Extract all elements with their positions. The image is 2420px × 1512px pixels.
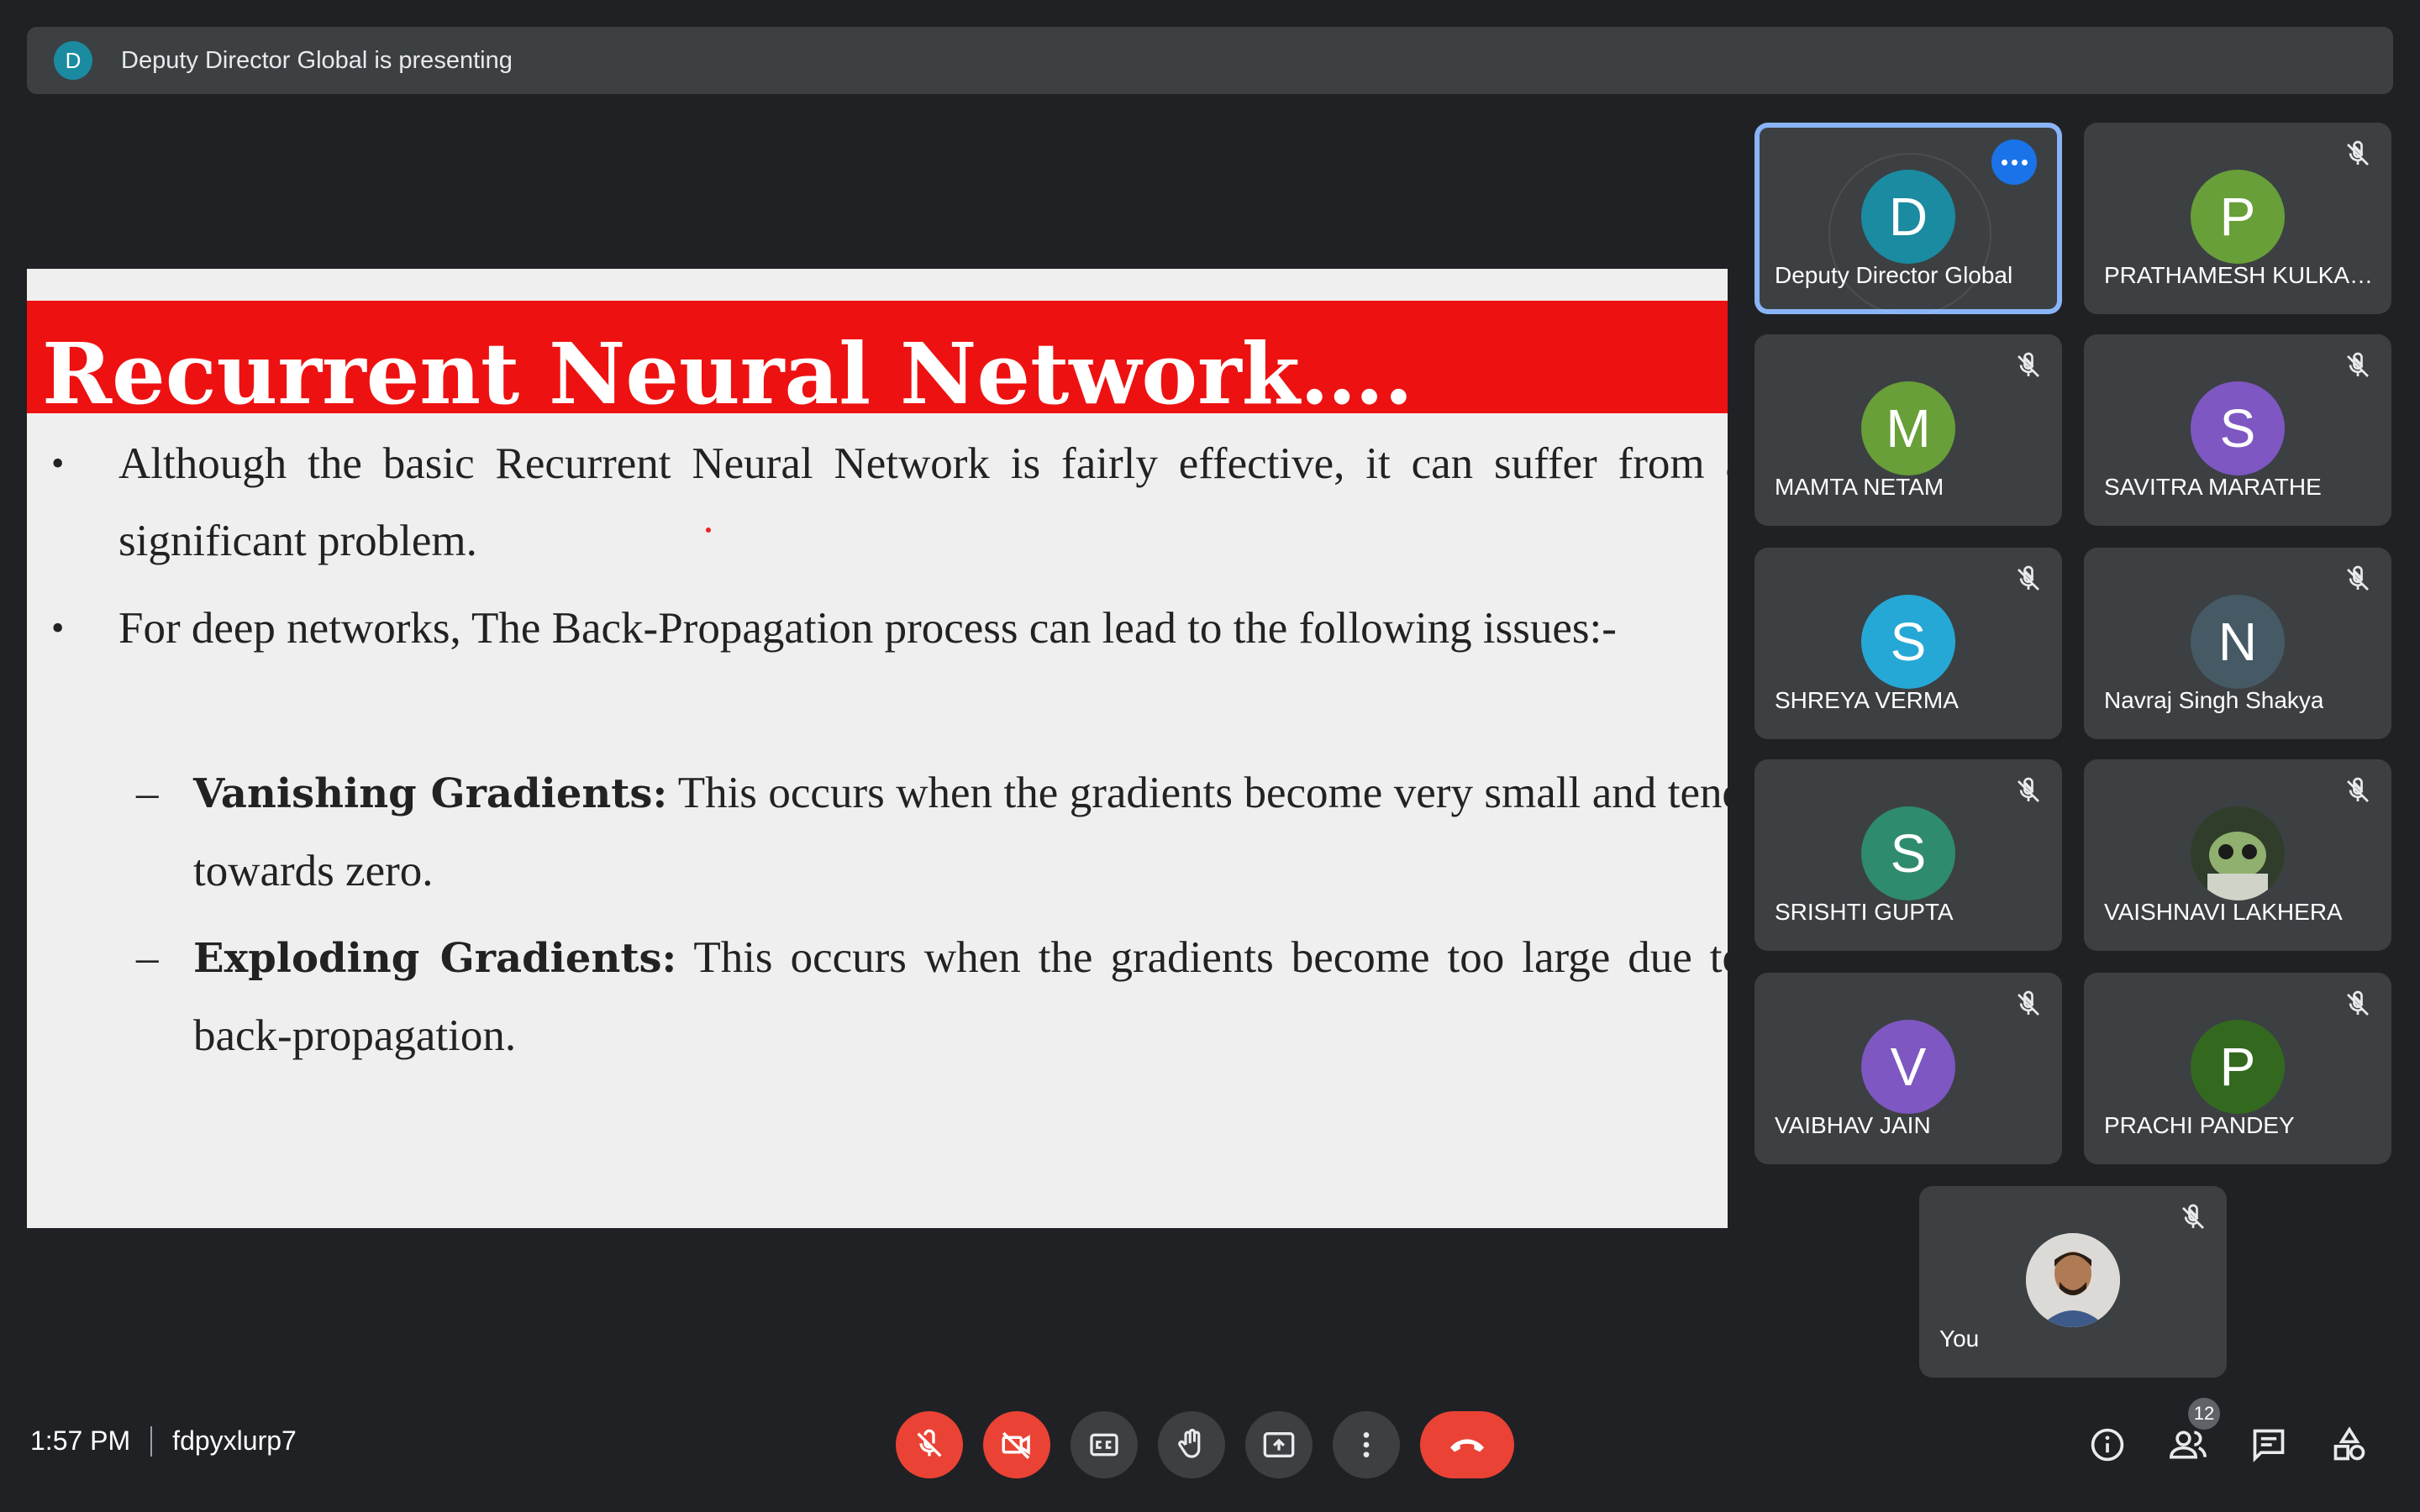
- participant-avatar: S: [1861, 806, 1955, 900]
- participant-avatar: S: [1861, 595, 1955, 689]
- participant-tile[interactable]: D Deputy Director Global: [1754, 123, 2062, 314]
- bullet-dot: •: [51, 607, 65, 648]
- participant-name: VAIBHAV JAIN: [1775, 1112, 1931, 1138]
- participant-tile[interactable]: S SRISHTI GUPTA: [1754, 759, 2062, 951]
- more-options-button[interactable]: [1333, 1411, 1400, 1478]
- mic-off-icon: [2182, 1204, 2204, 1229]
- bullet-dot: •: [51, 443, 65, 484]
- info-icon: [2091, 1428, 2124, 1462]
- slide-sub-bullet: – Vanishing Gradients: This occurs when …: [136, 754, 1728, 910]
- activities-icon: [2333, 1426, 2365, 1461]
- shared-slide: Recurrent Neural Network…. • Although th…: [27, 269, 1728, 1228]
- self-tile[interactable]: You: [1919, 1186, 2227, 1378]
- raise-hand-icon: [1178, 1428, 1201, 1458]
- presenting-banner: D Deputy Director Global is presenting: [27, 27, 2393, 94]
- divider: [150, 1425, 153, 1457]
- sub-bullet-dash: –: [136, 933, 159, 982]
- captions-icon: [1090, 1433, 1118, 1457]
- mic-off-icon: [2347, 140, 2369, 165]
- meeting-time: 1:57 PM: [30, 1425, 131, 1456]
- slide-bullet: • For deep networks, The Back-Propagatio…: [51, 590, 1728, 667]
- participant-avatar: P: [2191, 170, 2285, 264]
- bullet-text: Although the basic Recurrent Neural Netw…: [118, 439, 1728, 565]
- sub-bullet-term: Exploding Gradients:: [193, 935, 677, 982]
- participant-avatar: M: [1861, 381, 1955, 475]
- self-photo: [2026, 1233, 2120, 1327]
- mic-off-icon: [2018, 990, 2039, 1016]
- mic-off-icon: [917, 1429, 942, 1457]
- participant-name: Deputy Director Global: [1775, 262, 2013, 288]
- laser-pointer: [706, 528, 711, 533]
- bullet-text: For deep networks, The Back-Propagation …: [118, 604, 1617, 653]
- activities-button[interactable]: [2329, 1425, 2370, 1465]
- participant-name: SHREYA VERMA: [1775, 687, 1959, 713]
- participant-photo: [2191, 806, 2285, 900]
- participant-tile[interactable]: P PRACHI PANDEY: [2084, 973, 2391, 1164]
- camera-toggle-button[interactable]: [983, 1411, 1050, 1478]
- chat-button[interactable]: [2249, 1425, 2289, 1465]
- participant-name: SRISHTI GUPTA: [1775, 899, 1954, 925]
- people-button[interactable]: [2168, 1425, 2208, 1465]
- slide-title-bar: Recurrent Neural Network….: [27, 301, 1728, 423]
- participant-tile[interactable]: S SHREYA VERMA: [1754, 548, 2062, 739]
- mic-off-icon: [2018, 565, 2039, 591]
- mic-off-icon: [2018, 777, 2039, 802]
- profile-photo-icon: [2026, 1233, 2120, 1327]
- people-icon: [2169, 1431, 2207, 1459]
- slide-bullet: • Although the basic Recurrent Neural Ne…: [51, 425, 1728, 580]
- meeting-info: 1:57 PM fdpyxlurp7: [30, 1425, 297, 1457]
- sub-bullet-dash: –: [136, 769, 159, 817]
- participant-name: PRACHI PANDEY: [2104, 1112, 2295, 1138]
- present-icon: [1263, 1432, 1295, 1457]
- participant-avatar: N: [2191, 595, 2285, 689]
- participant-tile[interactable]: VAISHNAVI LAKHERA: [2084, 759, 2391, 951]
- captions-button[interactable]: [1071, 1411, 1138, 1478]
- end-call-button[interactable]: [1420, 1411, 1514, 1478]
- profile-photo-icon: [2191, 806, 2285, 900]
- participant-tile[interactable]: N Navraj Singh Shakya: [2084, 548, 2391, 739]
- participant-name: SAVITRA MARATHE: [2104, 474, 2322, 500]
- raise-hand-button[interactable]: [1158, 1411, 1225, 1478]
- participant-name: PRATHAMESH KULKAR...: [2104, 262, 2381, 288]
- presenter-avatar: D: [54, 41, 92, 80]
- sub-bullet-term: Vanishing Gradients:: [193, 770, 668, 817]
- participant-tile[interactable]: V VAIBHAV JAIN: [1754, 973, 2062, 1164]
- more-options-icon[interactable]: [1991, 139, 2037, 185]
- slide-sub-bullet: – Exploding Gradients: This occurs when …: [136, 919, 1728, 1074]
- chat-icon: [2253, 1429, 2285, 1462]
- participant-tile[interactable]: P PRATHAMESH KULKAR...: [2084, 123, 2391, 314]
- camera-off-icon: [1002, 1431, 1030, 1459]
- mic-off-icon: [2347, 565, 2369, 591]
- people-count-badge: 12: [2188, 1398, 2220, 1430]
- mic-off-icon: [2347, 352, 2369, 377]
- participant-name: MAMTA NETAM: [1775, 474, 1944, 500]
- meeting-code: fdpyxlurp7: [172, 1425, 297, 1456]
- mic-off-icon: [2347, 990, 2369, 1016]
- mic-toggle-button[interactable]: [896, 1411, 963, 1478]
- participant-name: Navraj Singh Shakya: [2104, 687, 2324, 713]
- self-name: You: [1939, 1326, 1980, 1352]
- participant-avatar: D: [1861, 170, 1955, 264]
- slide-title: Recurrent Neural Network….: [42, 324, 1413, 423]
- mic-off-icon: [2347, 777, 2369, 802]
- participant-tile[interactable]: M MAMTA NETAM: [1754, 334, 2062, 526]
- more-options-icon: [1363, 1432, 1370, 1457]
- participant-avatar: V: [1861, 1020, 1955, 1114]
- participant-name: VAISHNAVI LAKHERA: [2104, 899, 2343, 925]
- participant-avatar: S: [2191, 381, 2285, 475]
- end-call-icon: [1450, 1439, 1484, 1452]
- participant-avatar: P: [2191, 1020, 2285, 1114]
- meeting-details-button[interactable]: [2087, 1425, 2128, 1465]
- mic-off-icon: [2018, 352, 2039, 377]
- presenting-text: Deputy Director Global is presenting: [121, 46, 513, 74]
- participant-tile[interactable]: S SAVITRA MARATHE: [2084, 334, 2391, 526]
- present-button[interactable]: [1245, 1411, 1313, 1478]
